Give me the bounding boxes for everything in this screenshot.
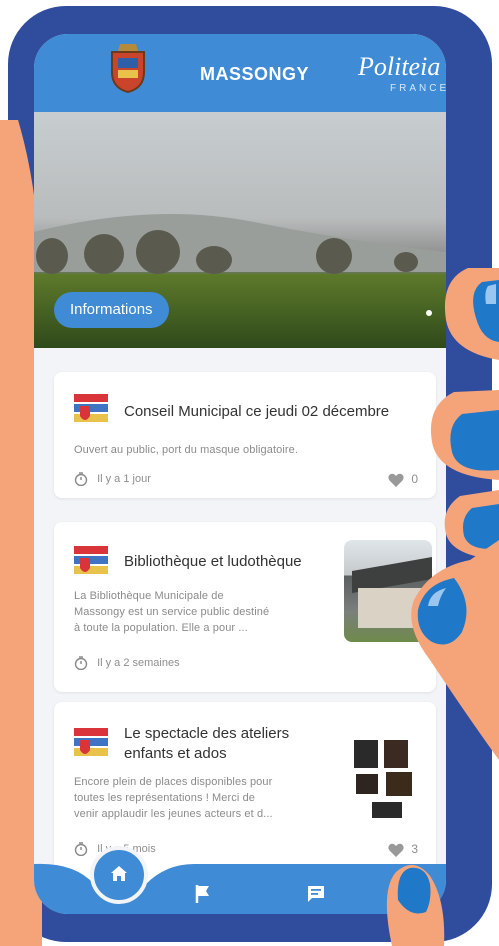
right-hand bbox=[386, 268, 499, 946]
